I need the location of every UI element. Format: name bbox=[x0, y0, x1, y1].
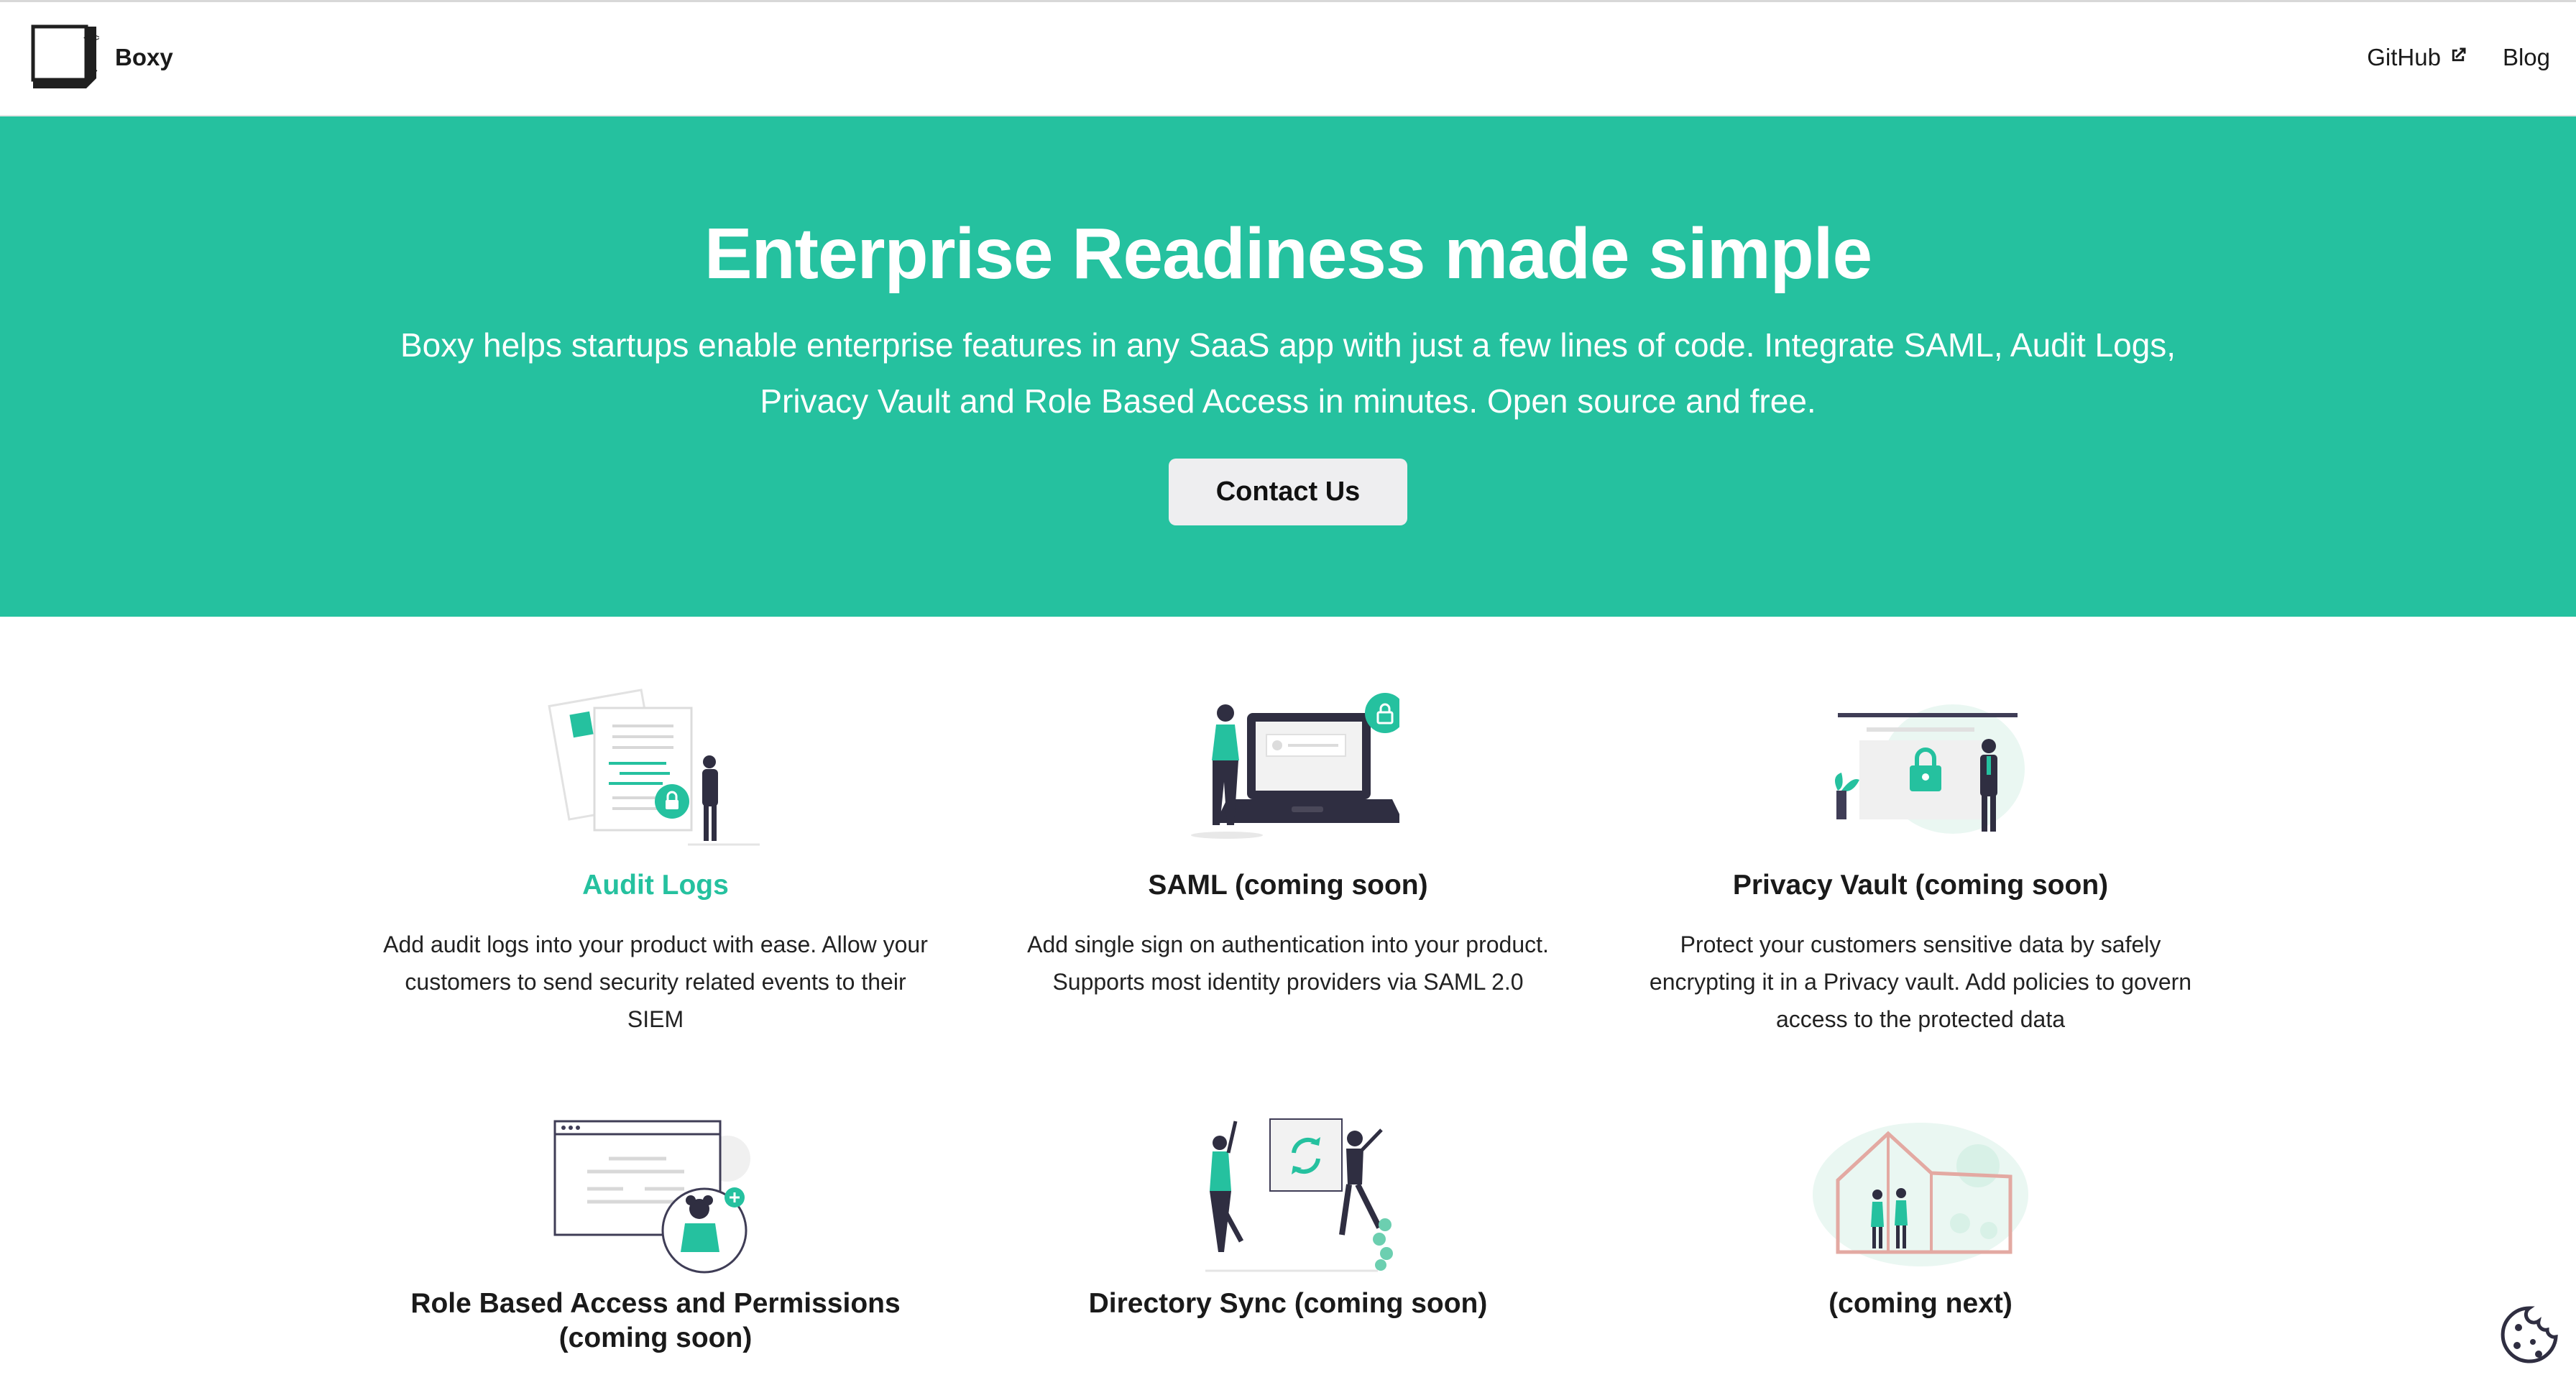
external-link-icon bbox=[2448, 44, 2468, 71]
audit-logs-illustration bbox=[548, 689, 760, 846]
brand-link[interactable]: </> Boxy bbox=[27, 24, 173, 91]
boxy-logo-icon: </> bbox=[31, 24, 99, 88]
hero-title: Enterprise Readiness made simple bbox=[704, 213, 1872, 294]
nav-links: GitHub Blog bbox=[2367, 44, 2550, 71]
contact-us-button[interactable]: Contact Us bbox=[1169, 459, 1407, 525]
feature-description: Add audit logs into your product with ea… bbox=[383, 932, 928, 1032]
coming-next-illustration bbox=[1813, 1123, 2028, 1266]
cookie-icon bbox=[2501, 1306, 2558, 1363]
feature-title: (coming next) bbox=[1828, 1288, 2012, 1319]
directory-sync-illustration bbox=[1205, 1118, 1393, 1272]
feature-title: SAML (coming soon) bbox=[1148, 870, 1428, 901]
hero-subtitle: Boxy helps startups enable enterprise fe… bbox=[400, 326, 2176, 420]
nav-blog-link[interactable]: Blog bbox=[2503, 44, 2550, 71]
feature-card-coming-next: (coming next) bbox=[1647, 1108, 2194, 1321]
top-navbar: </> Boxy GitHub Blog bbox=[0, 2, 2576, 116]
feature-title: Privacy Vault (coming soon) bbox=[1732, 870, 2109, 901]
feature-description: Protect your customers sensitive data by… bbox=[1649, 932, 2192, 1032]
privacy-vault-illustration bbox=[1835, 704, 2025, 834]
nav-blog-label: Blog bbox=[2502, 44, 2550, 70]
feature-title: Role Based Access and Permissions (comin… bbox=[410, 1288, 901, 1353]
brand-name: Boxy bbox=[115, 44, 173, 70]
nav-github-label: GitHub bbox=[2367, 44, 2441, 70]
role-based-access-illustration bbox=[553, 1120, 750, 1274]
saml-illustration bbox=[1191, 693, 1399, 839]
nav-github-link[interactable]: GitHub bbox=[2367, 44, 2468, 71]
feature-card-role-based-access: Role Based Access and Permissions (comin… bbox=[382, 1108, 929, 1356]
feature-card-privacy-vault: Privacy Vault (coming soon) Protect your… bbox=[1647, 683, 2194, 1038]
feature-description: Add single sign on authentication into y… bbox=[1027, 932, 1549, 995]
feature-card-directory-sync: Directory Sync (coming soon) bbox=[1015, 1108, 1561, 1321]
cookie-consent-button[interactable] bbox=[2497, 1302, 2562, 1371]
hero-section: Enterprise Readiness made simple Boxy he… bbox=[0, 116, 2576, 617]
feature-title[interactable]: Audit Logs bbox=[382, 868, 929, 903]
svg-text:</>: </> bbox=[83, 32, 99, 44]
feature-card-audit-logs: Audit Logs Add audit logs into your prod… bbox=[382, 683, 929, 1038]
feature-card-saml: SAML (coming soon) Add single sign on au… bbox=[1015, 683, 1561, 1000]
feature-title: Directory Sync (coming soon) bbox=[1088, 1288, 1488, 1319]
